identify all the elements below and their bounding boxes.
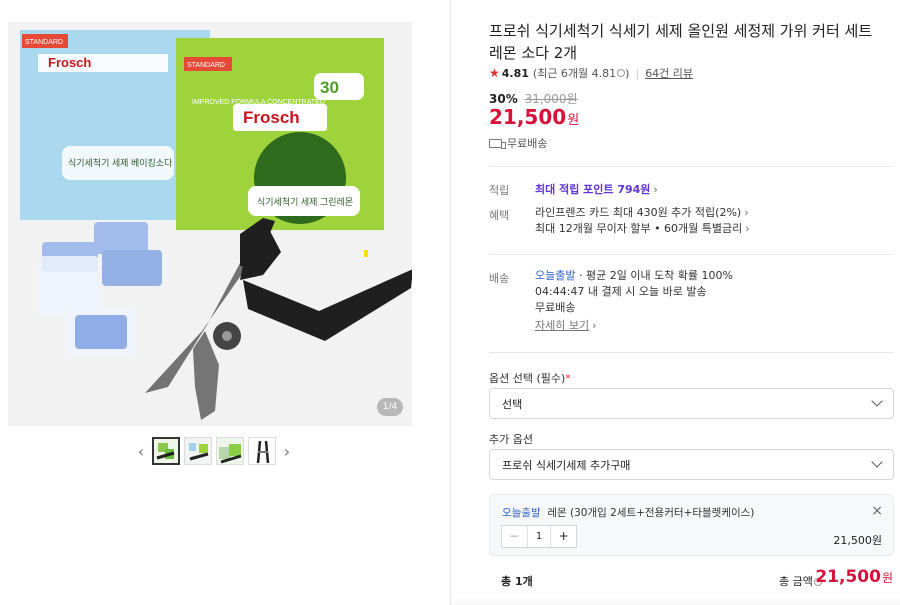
sale-price: 21,500원 bbox=[489, 105, 579, 129]
image-counter: 1/4 bbox=[377, 398, 403, 416]
rating-separator: | bbox=[635, 66, 640, 80]
selected-option-title: 오늘출발 레몬 (30개입 2세트+전용커터+타블렛케이스) bbox=[502, 505, 754, 520]
shipping-summary: 무료배송 bbox=[489, 135, 547, 151]
chevron-right-icon: › bbox=[592, 319, 597, 332]
star-icon: ★ bbox=[489, 66, 500, 80]
product-main-image[interactable]: Frosch STANDARD 식기세척기 세제 베이킹소다 STANDARD … bbox=[8, 22, 412, 426]
free-shipping-text: 무료배송 bbox=[507, 137, 548, 150]
blue-box-label: 식기세척기 세제 베이킹소다 bbox=[68, 157, 173, 168]
thumbnail-4-image bbox=[249, 438, 275, 464]
thumbnail-prev-icon[interactable]: ‹ bbox=[132, 436, 150, 466]
today-dispatch-badge: 오늘출발 bbox=[535, 269, 576, 282]
benefit-label: 혜택 bbox=[489, 209, 510, 222]
thumbnail-1[interactable] bbox=[152, 437, 180, 465]
points-info[interactable]: 최대 적립 포인트 794원 › bbox=[535, 182, 658, 198]
required-option-select[interactable]: 선택 bbox=[489, 388, 894, 419]
delivery-detail-link[interactable]: 자세히 보기 bbox=[535, 319, 589, 332]
total-currency: 원 bbox=[881, 571, 893, 585]
selected-option: 오늘출발 레몬 (30개입 2세트+전용커터+타블렛케이스) × − 1 + 2… bbox=[489, 494, 894, 556]
product-title: 프로쉬 식기세척기 식세기 세제 올인원 세정제 가위 커터 세트 레몬 소다 … bbox=[489, 22, 873, 62]
required-option-value: 선택 bbox=[502, 397, 523, 411]
delivery-label: 배송 bbox=[489, 272, 510, 285]
thumbnail-next-icon[interactable]: › bbox=[278, 436, 296, 466]
thumbnail-2[interactable] bbox=[184, 437, 212, 465]
chevron-right-icon: › bbox=[745, 222, 750, 235]
divider bbox=[489, 254, 894, 255]
panel-divider bbox=[450, 0, 451, 605]
rating-close-paren: ) bbox=[625, 66, 630, 80]
reviews-link[interactable]: 64건 리뷰 bbox=[645, 65, 693, 81]
thumbnail-3[interactable] bbox=[216, 437, 244, 465]
product-photo: Frosch STANDARD 식기세척기 세제 베이킹소다 STANDARD … bbox=[8, 22, 412, 426]
blue-box-brand: Frosch bbox=[48, 55, 91, 70]
selected-option-badge: 오늘출발 bbox=[502, 507, 541, 519]
points-label: 적립 bbox=[489, 184, 510, 197]
rating-row: ★ 4.81 (최근 6개월 4.81 ) | 64건 리뷰 bbox=[489, 65, 693, 81]
required-mark: * bbox=[565, 372, 571, 385]
selected-option-price: 21,500원 bbox=[833, 534, 882, 547]
blue-box-badge: STANDARD bbox=[25, 39, 63, 46]
price-amount: 21,500 bbox=[489, 105, 567, 129]
green-box-count: 30 bbox=[320, 78, 339, 97]
benefit-installment[interactable]: 최대 12개월 무이자 할부 • 60개월 특별금리 › bbox=[535, 221, 750, 237]
quantity-input[interactable]: 1 bbox=[526, 526, 552, 547]
delivery-deadline: 04:44:47 내 결제 시 오늘 바로 발송 bbox=[535, 285, 707, 298]
rating-score: 4.81 bbox=[501, 66, 529, 80]
quantity-stepper: − 1 + bbox=[501, 525, 577, 548]
chevron-right-icon: › bbox=[653, 183, 658, 196]
benefit-card[interactable]: 라인프렌즈 카드 최대 430원 추가 적립(2%) › bbox=[535, 205, 750, 221]
minus-button[interactable]: − bbox=[502, 526, 527, 547]
green-box-label: 식기세척기 세제 그린레몬 bbox=[257, 197, 353, 207]
plus-button[interactable]: + bbox=[551, 526, 576, 547]
product-gallery: Frosch STANDARD 식기세척기 세제 베이킹소다 STANDARD … bbox=[0, 0, 450, 605]
thumbnail-strip: ‹ › bbox=[132, 434, 296, 468]
thumbnail-1-image bbox=[154, 439, 178, 463]
truck-icon bbox=[489, 138, 506, 149]
delivery-info: 오늘출발 · 평균 2일 이내 도착 확률 100% 04:44:47 내 결제… bbox=[535, 268, 733, 334]
price-currency: 원 bbox=[567, 113, 580, 128]
additional-option-select[interactable]: 프로쉬 식세기세제 추가구매 bbox=[489, 449, 894, 480]
delivery-arrival: · 평균 2일 이내 도착 확률 100% bbox=[575, 269, 733, 282]
discount-rate: 30% bbox=[489, 92, 518, 106]
green-box-brand: Frosch bbox=[243, 108, 300, 127]
close-icon[interactable]: × bbox=[871, 503, 883, 519]
delivery-cost: 무료배송 bbox=[535, 301, 576, 314]
points-value: 최대 적립 포인트 794원 bbox=[535, 183, 651, 196]
original-price: 31,000원 bbox=[524, 92, 578, 106]
total-price: 21,500원 bbox=[815, 567, 893, 587]
total-amount: 21,500 bbox=[815, 567, 881, 587]
chevron-right-icon: › bbox=[744, 206, 749, 219]
divider bbox=[489, 166, 894, 167]
rating-recent: (최근 6개월 4.81 bbox=[532, 67, 617, 80]
total-quantity: 총 1개 bbox=[501, 575, 533, 588]
benefit-info: 라인프렌즈 카드 최대 430원 추가 적립(2%) › 최대 12개월 무이자 … bbox=[535, 205, 750, 237]
bottom-shadow bbox=[451, 597, 900, 605]
thumbnail-2-image bbox=[185, 438, 211, 464]
product-info-panel: 프로쉬 식기세척기 식세기 세제 올인원 세정제 가위 커터 세트 레몬 소다 … bbox=[473, 0, 894, 605]
selected-option-name: 레몬 (30개입 2세트+전용커터+타블렛케이스) bbox=[547, 507, 755, 519]
chevron-down-icon bbox=[871, 395, 883, 407]
info-icon[interactable] bbox=[617, 69, 626, 77]
additional-option-label: 추가 옵션 bbox=[489, 433, 533, 446]
divider bbox=[489, 352, 894, 353]
green-box-badge: STANDARD bbox=[187, 62, 225, 69]
additional-option-value: 프로쉬 식세기세제 추가구매 bbox=[502, 458, 631, 472]
thumbnail-4[interactable] bbox=[248, 437, 276, 465]
chevron-down-icon bbox=[871, 456, 883, 468]
thumbnail-3-image bbox=[217, 438, 243, 464]
required-option-label: 옵션 선택 (필수)* bbox=[489, 372, 571, 385]
